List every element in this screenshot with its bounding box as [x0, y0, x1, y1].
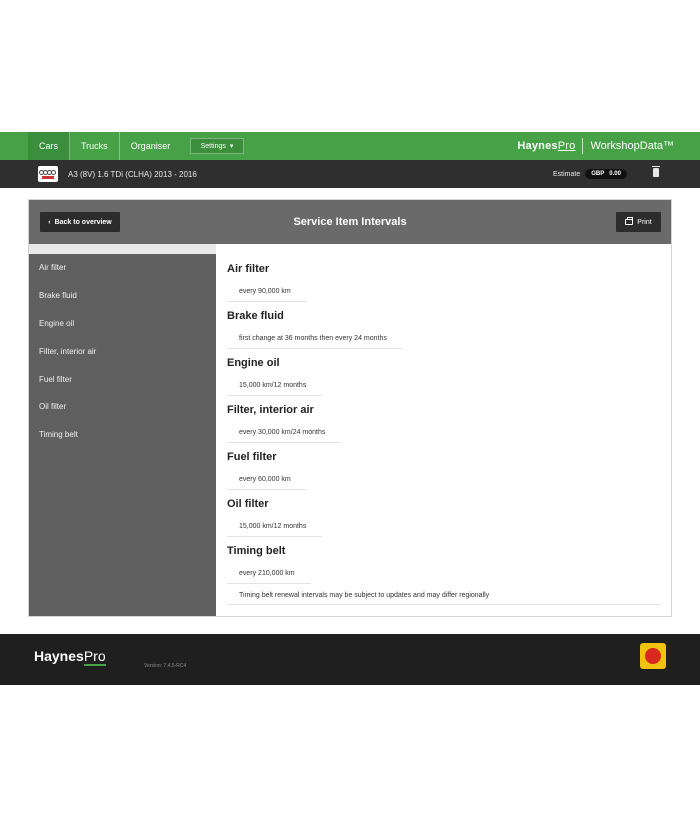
interval-detail: 15,000 km/12 months — [227, 376, 323, 396]
estimate-label: Estimate — [553, 170, 581, 178]
panel-header: Service Item Intervals ‹ Back to overvie… — [29, 200, 671, 244]
interval-title: Brake fluid — [227, 310, 284, 322]
sidebar-item-timing-belt[interactable]: Timing belt — [29, 421, 216, 449]
interval-detail: first change at 36 months then every 24 … — [227, 329, 403, 349]
footer: HaynesPro Version: 7.4.5-RC4 — [0, 634, 700, 685]
interval-title: Engine oil — [227, 357, 280, 369]
sidebar-item-engine-oil[interactable]: Engine oil — [29, 310, 216, 338]
tab-organiser[interactable]: Organiser — [120, 132, 182, 160]
interval-title: Filter, interior air — [227, 404, 314, 416]
brand-logo: HaynesPro WorkshopData™ — [517, 132, 674, 160]
haynes-badge-icon — [640, 643, 666, 669]
chevron-down-icon: ▾ — [229, 143, 234, 150]
footer-version: Version: 7.4.5-RC4 — [144, 663, 187, 669]
interval-detail: every 90,000 km — [227, 282, 307, 302]
top-nav-bar: Cars Trucks Organiser Settings ▾ HaynesP… — [0, 132, 700, 160]
interval-entry: Timing belt every 210,000 km — [227, 540, 660, 587]
interval-title: Timing belt — [227, 545, 286, 557]
interval-detail: 15,000 km/12 months — [227, 517, 323, 537]
interval-entry: Oil filter 15,000 km/12 months — [227, 493, 660, 540]
estimate-currency: GBP — [591, 171, 605, 177]
sidebar-item-brake-fluid[interactable]: Brake fluid — [29, 282, 216, 310]
estimate-amount: 0.00 — [609, 171, 621, 177]
service-intervals-panel: Service Item Intervals ‹ Back to overvie… — [28, 199, 672, 617]
brand-divider — [582, 138, 584, 154]
interval-title: Oil filter — [227, 498, 269, 510]
sidebar-item-air-filter[interactable]: Air filter — [29, 254, 216, 282]
back-label: Back to overview — [54, 218, 112, 226]
tab-trucks[interactable]: Trucks — [70, 132, 120, 160]
interval-entry: Fuel filter every 60,000 km — [227, 446, 660, 493]
vehicle-bar: A3 (8V) 1.6 TDi (CLHA) 2013 - 2016 Estim… — [0, 160, 700, 188]
trash-icon[interactable] — [652, 166, 660, 177]
interval-detail: every 30,000 km/24 months — [227, 423, 342, 443]
settings-label: Settings — [200, 142, 226, 150]
tab-cars[interactable]: Cars — [28, 132, 71, 160]
interval-title: Air filter — [227, 263, 270, 275]
nav-tabs: Cars Trucks Organiser — [28, 132, 181, 160]
printer-icon — [625, 217, 634, 225]
sidebar-item-interior-air-filter[interactable]: Filter, interior air — [29, 337, 216, 365]
haynespro-logo: HaynesPro — [517, 140, 576, 152]
interval-detail: every 210,000 km — [227, 564, 311, 584]
interval-title: Fuel filter — [227, 451, 277, 463]
back-to-overview-button[interactable]: ‹ Back to overview — [40, 212, 120, 232]
estimate-total[interactable]: GBP 0.00 — [585, 169, 627, 179]
sidebar: Air filter Brake fluid Engine oil Filter… — [29, 254, 216, 616]
timing-belt-note: Timing belt renewal intervals may be sub… — [227, 587, 660, 605]
intervals-content: Air filter every 90,000 km Brake fluid f… — [216, 244, 671, 616]
car-make-logo-icon — [38, 166, 58, 182]
vehicle-name: A3 (8V) 1.6 TDi (CLHA) 2013 - 2016 — [68, 169, 197, 179]
product-name: WorkshopData™ — [590, 140, 674, 152]
interval-entry: Brake fluid first change at 36 months th… — [227, 305, 660, 352]
print-label: Print — [637, 218, 652, 226]
page-title: Service Item Intervals — [293, 216, 407, 228]
interval-detail: every 60,000 km — [227, 470, 307, 490]
print-button[interactable]: Print — [616, 212, 661, 232]
interval-entry: Filter, interior air every 30,000 km/24 … — [227, 399, 660, 446]
sidebar-item-fuel-filter[interactable]: Fuel filter — [29, 365, 216, 393]
footer-logo: HaynesPro — [34, 648, 106, 666]
sidebar-item-oil-filter[interactable]: Oil filter — [29, 393, 216, 421]
chevron-left-icon: ‹ — [48, 218, 51, 226]
footer-disclaimer: Version: 7.4.5-RC4 — [144, 648, 554, 671]
settings-dropdown[interactable]: Settings ▾ — [190, 138, 244, 154]
estimate-widget[interactable]: Estimate GBP 0.00 — [553, 160, 627, 188]
interval-entry: Air filter every 90,000 km — [227, 258, 660, 305]
interval-entry: Engine oil 15,000 km/12 months — [227, 352, 660, 399]
